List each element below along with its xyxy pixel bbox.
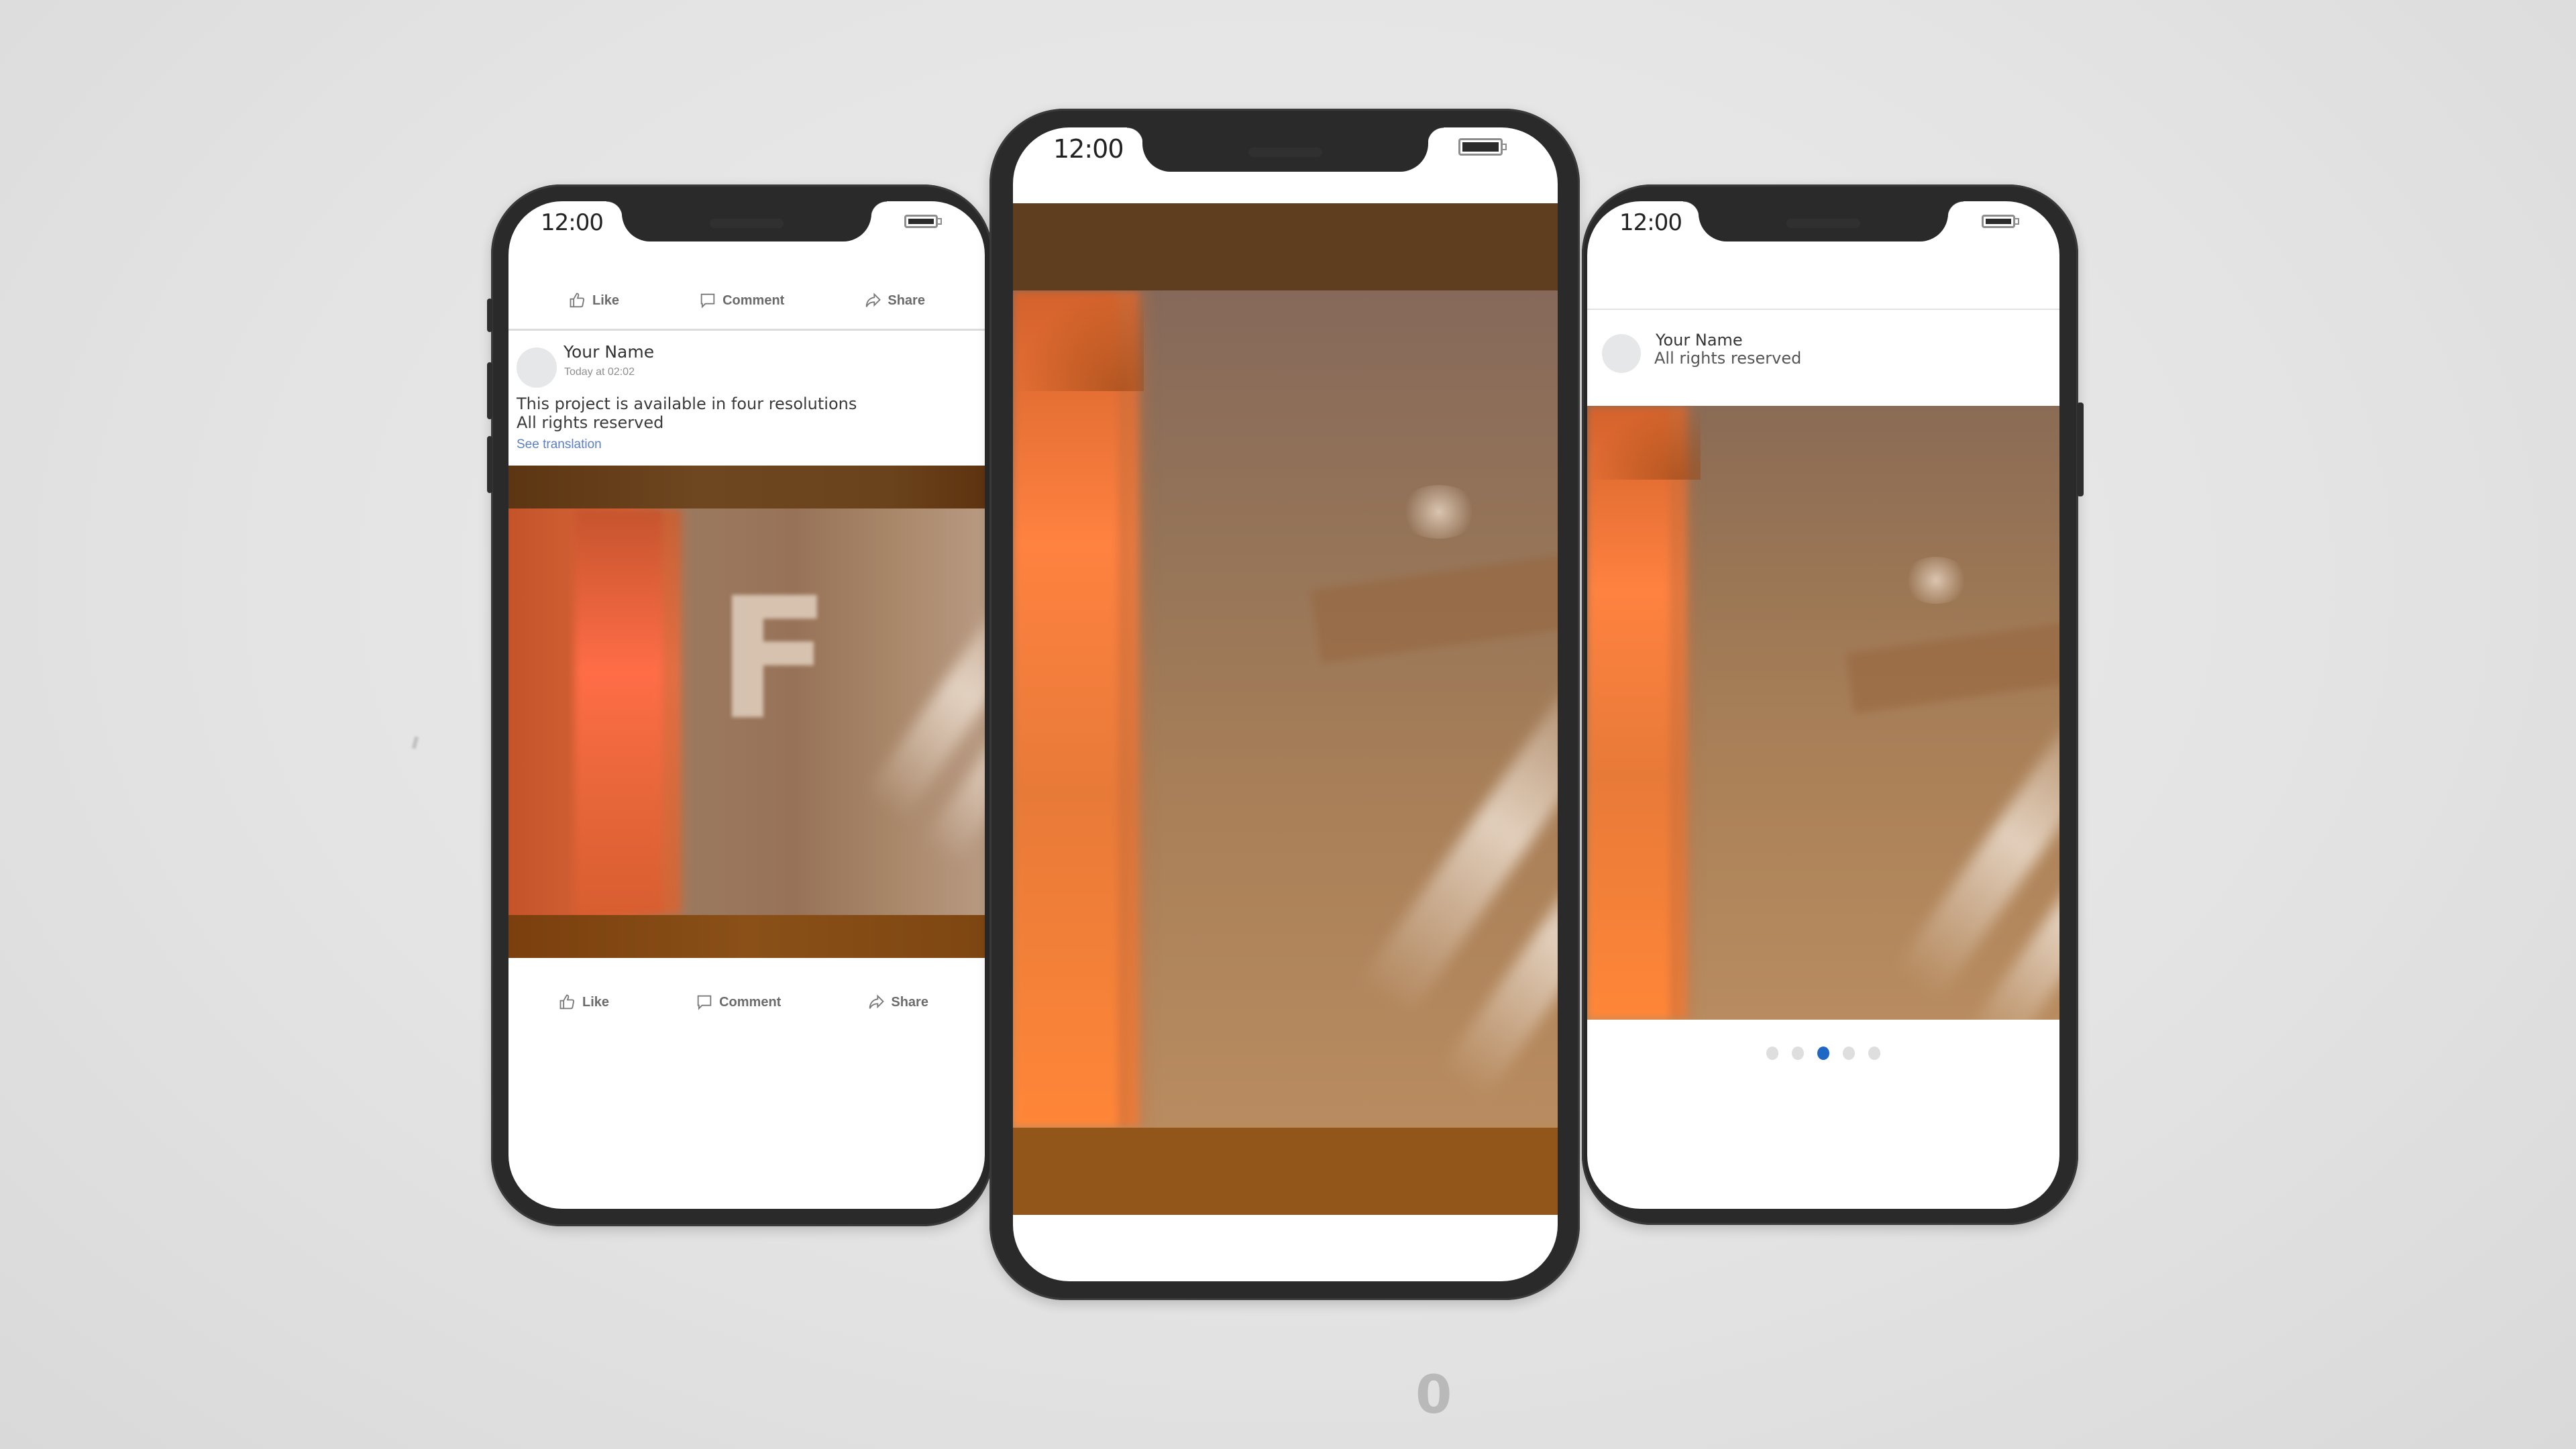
comment-label: Comment	[719, 994, 782, 1010]
power-button	[2077, 402, 2084, 496]
share-label: Share	[891, 994, 928, 1010]
media-shadow	[1587, 406, 1701, 480]
comment-button[interactable]: Comment	[698, 291, 784, 310]
notch	[1127, 127, 1444, 172]
volume-down-button	[487, 436, 492, 493]
header-divider	[1587, 309, 2059, 310]
media-dark-band	[1845, 621, 2059, 714]
media-band-bottom	[1013, 1128, 1558, 1215]
like-label: Like	[592, 292, 620, 308]
media-dark-band	[1311, 555, 1558, 663]
status-time: 12:00	[541, 209, 604, 236]
share-button[interactable]: Share	[863, 291, 925, 310]
right-phone-screen: 12:00 Your Name All rights reserved	[1587, 201, 2059, 1209]
carousel-dot[interactable]	[1843, 1046, 1855, 1060]
see-translation-link[interactable]: See translation	[517, 437, 602, 452]
media-orange-shape	[1587, 406, 1701, 1020]
share-icon	[866, 292, 881, 307]
post-timestamp: Today at 02:02	[564, 366, 635, 378]
media-letter: F	[716, 561, 831, 757]
battery-full-icon	[1982, 215, 2019, 228]
carousel-dot[interactable]	[1766, 1046, 1778, 1060]
carousel-dot[interactable]	[1868, 1046, 1880, 1060]
bottom-action-bar: Like Comment Share	[508, 989, 985, 1016]
media-glow	[1399, 485, 1479, 539]
speaker	[1248, 148, 1322, 157]
speaker	[1786, 219, 1860, 228]
center-phone: 12:00	[989, 109, 1580, 1300]
battery-full-icon	[904, 215, 942, 228]
post-author: Your Name	[564, 342, 655, 362]
thumbs-up-icon	[559, 994, 575, 1010]
media-band-top	[1013, 203, 1558, 290]
carousel-indicator	[1587, 1046, 2059, 1060]
carousel-dot-active[interactable]	[1817, 1046, 1829, 1060]
status-time: 12:00	[1619, 209, 1682, 236]
media-orange-shape	[575, 508, 695, 915]
center-phone-screen: 12:00	[1013, 127, 1558, 1281]
share-button[interactable]: Share	[867, 993, 928, 1012]
media-photo: F	[508, 508, 985, 915]
media-photo	[1587, 406, 2059, 1020]
media-glow	[1902, 557, 1970, 604]
speaker	[710, 219, 784, 228]
notch	[1683, 201, 1964, 241]
media-orange-shape	[1013, 290, 1156, 1128]
avatar	[1602, 334, 1641, 373]
comment-button[interactable]: Comment	[695, 993, 781, 1012]
like-button[interactable]: Like	[558, 993, 609, 1012]
post-subtitle: All rights reserved	[1654, 349, 1802, 368]
like-button[interactable]: Like	[568, 291, 619, 310]
status-time: 12:00	[1053, 134, 1124, 164]
carousel-media[interactable]	[1587, 406, 2059, 1020]
right-phone: 12:00 Your Name All rights reserved	[1582, 184, 2084, 1225]
reel-media[interactable]	[1013, 203, 1558, 1215]
avatar	[517, 347, 557, 388]
comment-label: Comment	[722, 292, 785, 308]
carousel-dot[interactable]	[1792, 1046, 1804, 1060]
post-text: This project is available in four resolu…	[517, 394, 857, 432]
post-text-line1: This project is available in four resolu…	[517, 394, 857, 413]
post-author: Your Name	[1656, 331, 1743, 350]
slide-counter: 0	[1415, 1365, 1452, 1426]
media-shadow	[1013, 290, 1144, 391]
volume-up-button	[487, 362, 492, 419]
action-divider	[508, 329, 985, 331]
post-text-line2: All rights reserved	[517, 413, 664, 432]
left-phone-screen: 12:00 Like Comment Share Your Name Today…	[508, 201, 985, 1209]
media-photo	[1013, 290, 1558, 1128]
share-label: Share	[888, 292, 925, 308]
comment-icon	[697, 995, 712, 1010]
media-band-top	[508, 466, 985, 508]
background-mark	[411, 736, 419, 749]
top-action-bar: Like Comment Share	[508, 287, 985, 314]
comment-icon	[700, 293, 715, 309]
left-phone: 12:00 Like Comment Share Your Name Today…	[487, 184, 993, 1226]
post-media[interactable]: F	[508, 466, 985, 958]
thumbs-up-icon	[570, 292, 585, 308]
mute-switch	[487, 299, 492, 332]
media-band-bottom	[508, 915, 985, 958]
battery-full-icon	[1458, 138, 1507, 156]
like-label: Like	[582, 994, 610, 1010]
notch	[606, 201, 887, 241]
share-icon	[869, 994, 885, 1009]
